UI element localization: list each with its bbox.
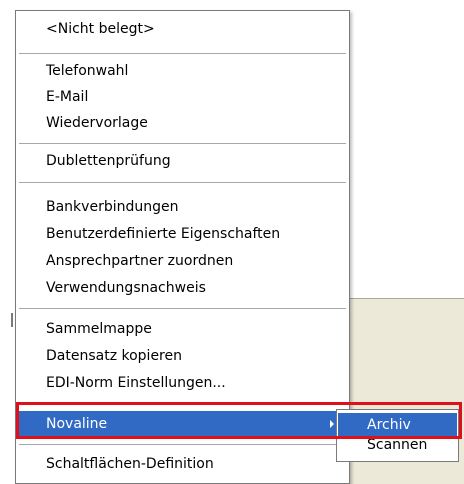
menu-item-dublettenpruefung[interactable]: Dublettenprüfung [17, 148, 348, 174]
menu-item-novaline[interactable]: Novaline [17, 411, 348, 437]
menu-item-telefonwahl[interactable]: Telefonwahl [17, 58, 348, 84]
menu-item-email[interactable]: E-Mail [17, 84, 348, 110]
menu-item-schaltflaechen-definition[interactable]: Schaltflächen-Definition [17, 451, 348, 477]
menu-item-edi-norm-einstellungen[interactable]: EDI-Norm Einstellungen... [17, 370, 348, 396]
menu-separator [19, 308, 346, 309]
menu-separator [19, 402, 346, 403]
submenu-arrow-icon [330, 420, 334, 428]
menu-separator [19, 182, 346, 183]
menu-separator [19, 143, 346, 144]
menu-separator [19, 53, 346, 54]
menu-item-verwendungsnachweis[interactable]: Verwendungsnachweis [17, 275, 348, 301]
menu-item-sammelmappe[interactable]: Sammelmappe [17, 316, 348, 342]
menu-separator [19, 444, 346, 445]
context-menu: <Nicht belegt> Telefonwahl E-Mail Wieder… [15, 10, 350, 484]
menu-item-bankverbindungen[interactable]: Bankverbindungen [17, 194, 348, 220]
novaline-submenu: Archiv Scannen [336, 409, 459, 462]
menu-item-benutzerdefinierte-eigenschaften[interactable]: Benutzerdefinierte Eigenschaften [17, 221, 348, 247]
menu-item-wiedervorlage[interactable]: Wiedervorlage [17, 110, 348, 136]
menu-item-novaline-label: Novaline [46, 416, 108, 432]
background-window-fragment [11, 313, 13, 327]
submenu-item-archiv[interactable]: Archiv [338, 413, 457, 437]
menu-item-nicht-belegt[interactable]: <Nicht belegt> [17, 16, 348, 42]
submenu-item-scannen[interactable]: Scannen [338, 436, 457, 456]
menu-item-datensatz-kopieren[interactable]: Datensatz kopieren [17, 343, 348, 369]
menu-item-ansprechpartner-zuordnen[interactable]: Ansprechpartner zuordnen [17, 248, 348, 274]
